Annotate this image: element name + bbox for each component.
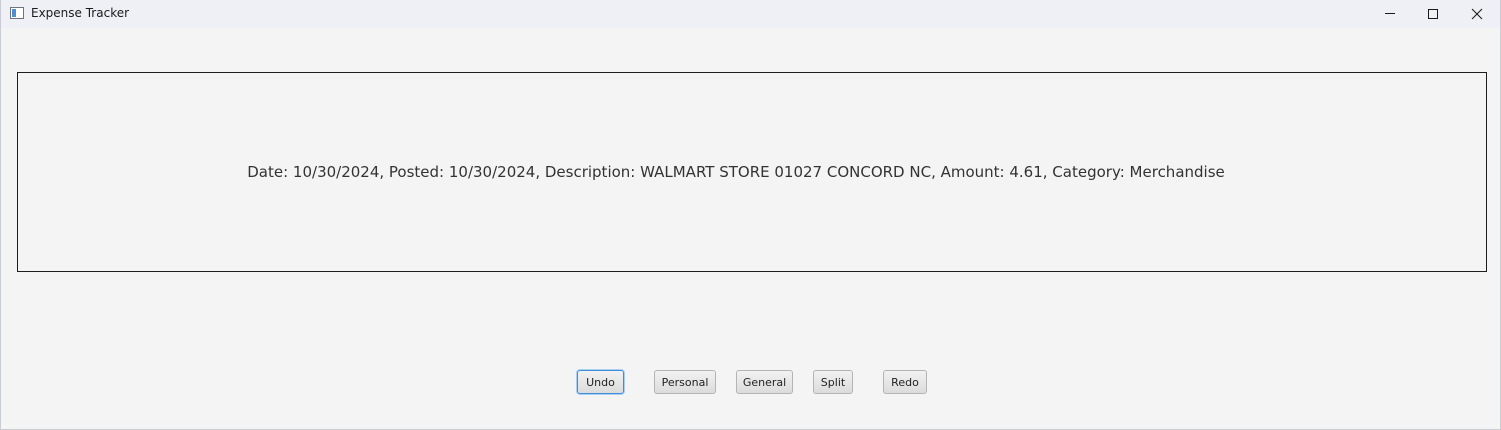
app-icon	[10, 7, 24, 19]
split-button[interactable]: Split	[813, 370, 853, 394]
app-window: Expense Tracker Date: 10/30/2024, Posted…	[0, 0, 1501, 430]
undo-button[interactable]: Undo	[577, 370, 624, 394]
maximize-button[interactable]	[1410, 0, 1456, 28]
minimize-icon	[1385, 13, 1395, 14]
redo-button[interactable]: Redo	[883, 370, 927, 394]
minimize-button[interactable]	[1367, 0, 1413, 28]
general-button[interactable]: General	[736, 370, 793, 394]
transaction-detail-panel: Date: 10/30/2024, Posted: 10/30/2024, De…	[17, 72, 1487, 272]
title-bar[interactable]: Expense Tracker	[1, 0, 1500, 28]
close-button[interactable]	[1454, 0, 1500, 28]
personal-button[interactable]: Personal	[654, 370, 716, 394]
transaction-summary: Date: 10/30/2024, Posted: 10/30/2024, De…	[247, 163, 1225, 181]
close-icon	[1471, 8, 1483, 20]
maximize-icon	[1428, 9, 1438, 19]
window-title: Expense Tracker	[31, 6, 130, 20]
